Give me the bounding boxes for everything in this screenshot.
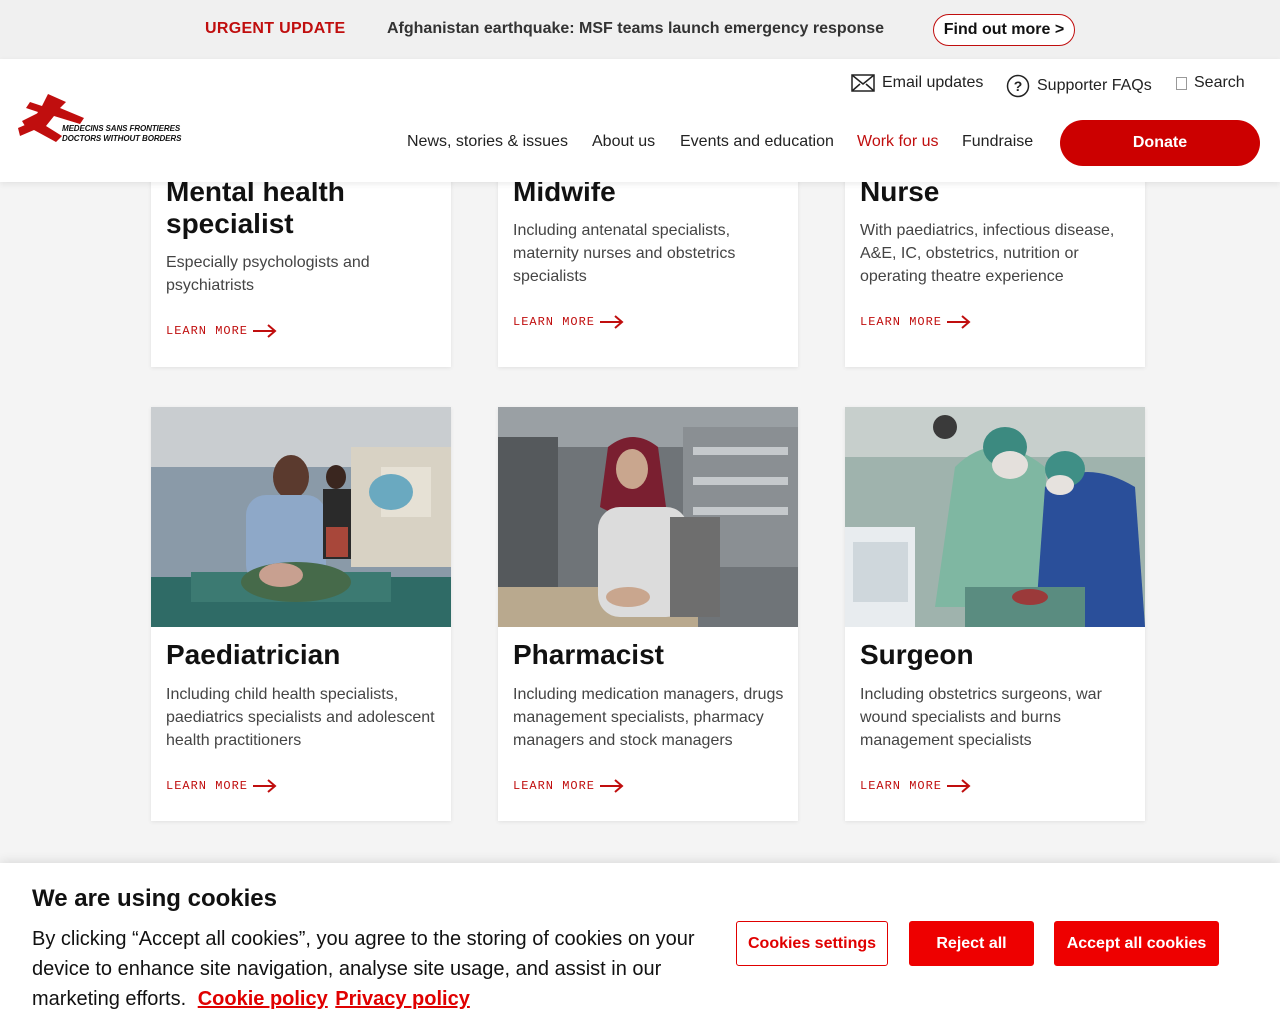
- cookie-banner: We are using cookies By clicking “Accept…: [0, 863, 1280, 1024]
- pharmacist-photo: [498, 407, 798, 627]
- arrow-right-icon: [600, 779, 624, 793]
- card-title: Surgeon: [860, 639, 974, 670]
- arrow-right-icon: [253, 779, 277, 793]
- learn-more-label: LEARN MORE: [860, 315, 943, 329]
- urgent-message[interactable]: Afghanistan earthquake: MSF teams launch…: [387, 20, 884, 38]
- urgent-banner: URGENT UPDATE Afghanistan earthquake: MS…: [0, 0, 1280, 59]
- find-out-more-button[interactable]: Find out more >: [933, 14, 1075, 46]
- learn-more-link[interactable]: LEARN MORE: [860, 315, 972, 329]
- reject-all-button[interactable]: Reject all: [909, 921, 1034, 966]
- learn-more-label: LEARN MORE: [166, 324, 249, 338]
- career-card-nurse: Nurse With paediatrics, infectious disea…: [845, 150, 1145, 367]
- nav-item-fundraise[interactable]: Fundraise: [962, 133, 1033, 151]
- card-description: Including obstetrics surgeons, war wound…: [860, 686, 1102, 749]
- career-card-midwife: Midwife Including antenatal specialists,…: [498, 150, 798, 367]
- learn-more-link[interactable]: LEARN MORE: [860, 779, 972, 793]
- cookie-policy-link[interactable]: Cookie policy: [198, 988, 328, 1010]
- msf-logo[interactable]: MEDECINS SANS FRONTIERES DOCTORS WITHOUT…: [18, 91, 203, 149]
- arrow-right-icon: [253, 324, 277, 338]
- arrow-right-icon: [947, 315, 971, 329]
- paediatrician-photo: [151, 407, 451, 627]
- nav-item-about[interactable]: About us: [592, 133, 655, 151]
- learn-more-link[interactable]: LEARN MORE: [166, 324, 278, 338]
- logo-text: MEDECINS SANS FRONTIERES DOCTORS WITHOUT…: [62, 124, 181, 144]
- nav-item-events[interactable]: Events and education: [680, 133, 834, 151]
- nav-item-work-for-us[interactable]: Work for us: [857, 133, 939, 151]
- card-description: Including child health specialists, paed…: [166, 686, 435, 749]
- surgeon-photo: [845, 407, 1145, 627]
- email-updates-label: Email updates: [882, 74, 984, 91]
- envelope-icon: [851, 74, 875, 92]
- learn-more-link[interactable]: LEARN MORE: [166, 779, 278, 793]
- learn-more-label: LEARN MORE: [860, 779, 943, 793]
- donate-button[interactable]: Donate: [1060, 120, 1260, 166]
- site-header: MEDECINS SANS FRONTIERES DOCTORS WITHOUT…: [0, 59, 1280, 182]
- card-title: Paediatrician: [166, 639, 341, 670]
- search-label: Search: [1194, 74, 1245, 91]
- arrow-right-icon: [947, 779, 971, 793]
- logo-line-1: MEDECINS SANS FRONTIERES: [62, 124, 181, 133]
- cookies-settings-button[interactable]: Cookies settings: [736, 921, 888, 966]
- card-description: Including antenatal specialists, materni…: [513, 222, 736, 285]
- learn-more-label: LEARN MORE: [513, 315, 596, 329]
- search-icon: [1176, 76, 1187, 90]
- card-description: With paediatrics, infectious disease, A&…: [860, 222, 1115, 285]
- supporter-faqs-link[interactable]: ? Supporter FAQs: [1006, 74, 1152, 98]
- question-circle-icon: ?: [1006, 74, 1030, 98]
- card-title: Pharmacist: [513, 639, 664, 670]
- privacy-policy-link[interactable]: Privacy policy: [335, 988, 470, 1010]
- learn-more-link[interactable]: LEARN MORE: [513, 779, 625, 793]
- logo-line-2: DOCTORS WITHOUT BORDERS: [62, 134, 182, 143]
- nav-item-news[interactable]: News, stories & issues: [407, 133, 568, 151]
- learn-more-label: LEARN MORE: [166, 779, 249, 793]
- learn-more-label: LEARN MORE: [513, 779, 596, 793]
- supporter-faqs-label: Supporter FAQs: [1037, 77, 1152, 94]
- card-description: Including medication managers, drugs man…: [513, 686, 784, 749]
- card-title: Mental health specialist: [166, 176, 345, 239]
- accept-all-cookies-button[interactable]: Accept all cookies: [1054, 921, 1219, 966]
- career-card-paediatrician: Paediatrician Including child health spe…: [151, 407, 451, 821]
- career-card-pharmacist: Pharmacist Including medication managers…: [498, 407, 798, 821]
- learn-more-link[interactable]: LEARN MORE: [513, 315, 625, 329]
- career-card-mental-health: Mental health specialist Especially psyc…: [151, 150, 451, 367]
- career-card-surgeon: Surgeon Including obstetrics surgeons, w…: [845, 407, 1145, 821]
- search-link[interactable]: Search: [1176, 74, 1245, 92]
- urgent-tag: URGENT UPDATE: [205, 20, 346, 37]
- cookie-body: By clicking “Accept all cookies”, you ag…: [32, 924, 712, 1014]
- arrow-right-icon: [600, 315, 624, 329]
- cookie-title: We are using cookies: [32, 885, 277, 912]
- card-description: Especially psychologists and psychiatris…: [166, 254, 370, 294]
- email-updates-link[interactable]: Email updates: [851, 74, 983, 92]
- svg-text:?: ?: [1014, 78, 1023, 94]
